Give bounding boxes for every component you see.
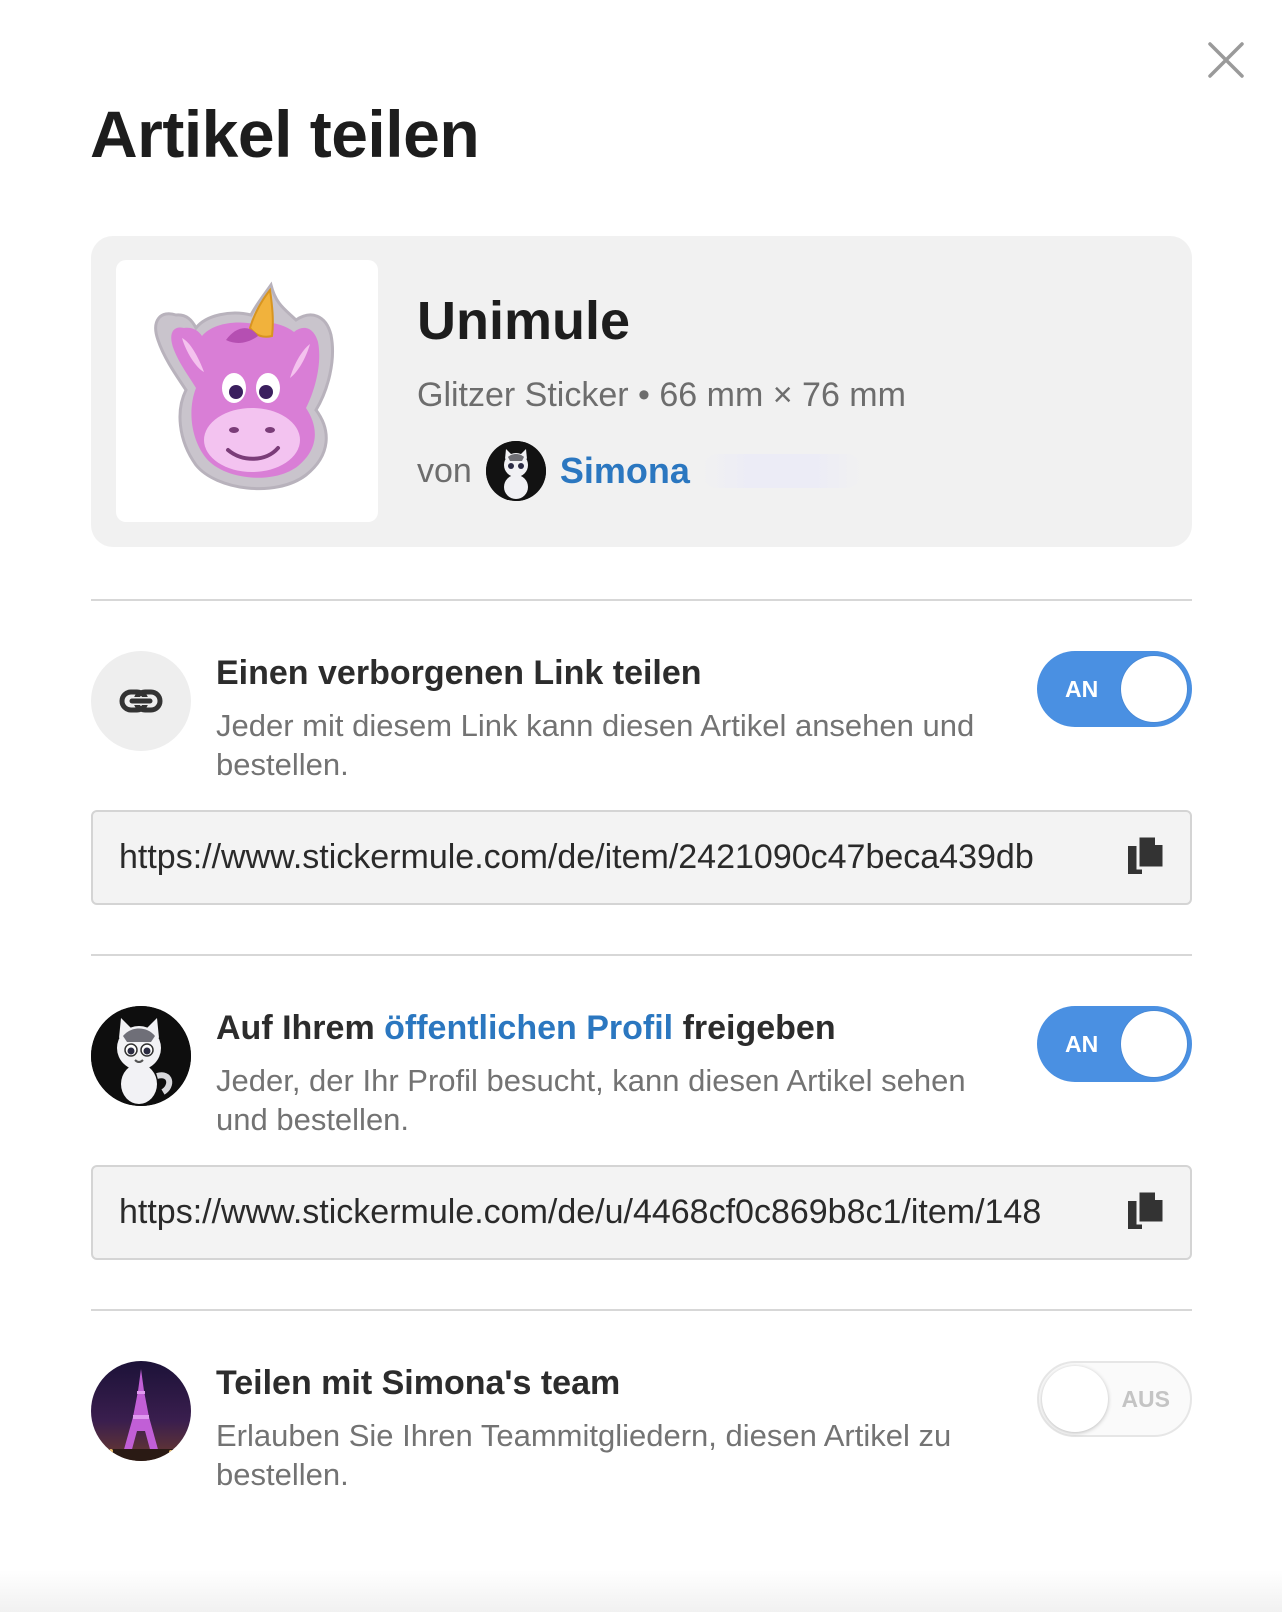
toggle-knob: [1121, 656, 1187, 722]
link-icon: [119, 689, 163, 713]
author-name-link[interactable]: Simona: [560, 450, 690, 492]
page-title: Artikel teilen: [90, 97, 480, 171]
copy-button[interactable]: [1124, 1187, 1168, 1235]
hidden-link-url[interactable]: https://www.stickermule.com/de/item/2421…: [119, 812, 1094, 903]
author-avatar[interactable]: [485, 441, 546, 501]
product-thumbnail: [116, 260, 378, 522]
product-meta: Glitzer Sticker • 66 mm × 76 mm: [417, 376, 906, 414]
hidden-link-title: Einen verborgenen Link teilen: [216, 654, 702, 692]
divider: [91, 1309, 1192, 1311]
public-profile-url[interactable]: https://www.stickermule.com/de/u/4468cf0…: [119, 1167, 1094, 1258]
author-row: von Simona: [417, 440, 862, 502]
hidden-link-url-field[interactable]: https://www.stickermule.com/de/item/2421…: [91, 810, 1192, 905]
copy-icon: [1128, 1189, 1166, 1229]
close-button[interactable]: [1206, 40, 1246, 80]
product-card: Unimule Glitzer Sticker • 66 mm × 76 mm …: [91, 236, 1192, 547]
link-icon-circle: [91, 651, 191, 751]
cat-avatar-icon: [91, 1006, 191, 1106]
toggle-label: AUS: [1121, 1386, 1170, 1412]
team-avatar: [91, 1361, 191, 1461]
team-description: Erlauben Sie Ihren Teammitgliedern, dies…: [216, 1418, 952, 1492]
toggle-label: AN: [1065, 1031, 1099, 1057]
public-profile-toggle[interactable]: AN: [1037, 1006, 1192, 1082]
public-profile-title-after: freigeben: [673, 1009, 836, 1047]
divider: [91, 954, 1192, 956]
public-profile-description: Jeder, der Ihr Profil besucht, kann dies…: [216, 1063, 966, 1137]
cat-avatar-icon: [485, 441, 546, 501]
hidden-link-description: Jeder mit diesem Link kann diesen Artike…: [216, 708, 975, 782]
copy-icon: [1128, 834, 1166, 874]
hidden-link-toggle[interactable]: AN: [1037, 651, 1192, 727]
product-name: Unimule: [417, 291, 631, 351]
unicorn-sticker-image: [154, 281, 335, 491]
team-title: Teilen mit Simona's team: [216, 1364, 621, 1402]
author-name-redaction: [701, 454, 862, 488]
eiffel-tower-avatar-icon: [91, 1361, 191, 1461]
toggle-knob: [1042, 1366, 1108, 1432]
public-profile-link[interactable]: öffentlichen Profil: [384, 1009, 673, 1047]
toggle-knob: [1121, 1011, 1187, 1077]
public-profile-title-before: Auf Ihrem: [216, 1009, 385, 1047]
divider: [91, 599, 1192, 601]
public-profile-url-field[interactable]: https://www.stickermule.com/de/u/4468cf0…: [91, 1165, 1192, 1260]
public-profile-title: Auf Ihrem öffentlichen Profil freigeben: [216, 1009, 836, 1048]
author-prefix: von: [417, 451, 472, 490]
close-icon: [1208, 42, 1244, 78]
copy-button[interactable]: [1124, 832, 1168, 880]
profile-avatar: [91, 1006, 191, 1106]
team-toggle[interactable]: AUS: [1037, 1361, 1192, 1437]
toggle-label: AN: [1065, 676, 1099, 702]
bottom-fade: [0, 1570, 1282, 1612]
